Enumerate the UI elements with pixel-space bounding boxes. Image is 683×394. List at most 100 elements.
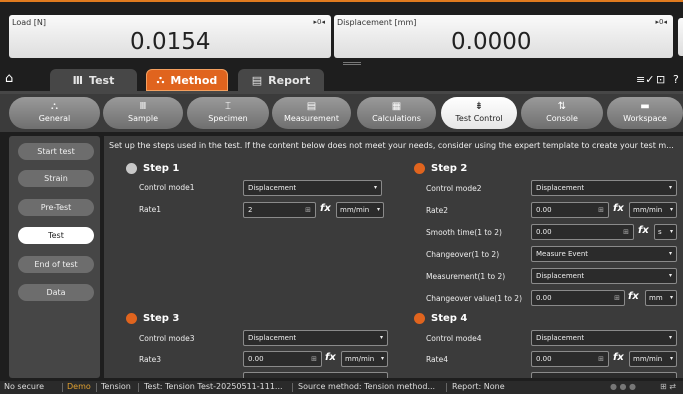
partial-input[interactable] xyxy=(243,372,388,378)
step-1-indicator-icon xyxy=(126,163,137,174)
sample-icon: Ⅲ xyxy=(139,101,147,112)
keypad-icon[interactable]: ⊞ xyxy=(305,203,311,217)
control-mode2-label: Control mode2 xyxy=(426,184,482,193)
status-divider xyxy=(96,383,97,392)
chevron-down-icon: ▾ xyxy=(380,355,384,362)
formula-icon[interactable]: fx xyxy=(638,225,649,236)
test-control-icon: ⇟ xyxy=(474,101,484,112)
smooth-time-input[interactable]: 0.00 ⊞ xyxy=(531,224,634,240)
home-icon[interactable]: ⌂ xyxy=(5,71,13,86)
rate2-input[interactable]: 0.00 ⊞ xyxy=(531,202,609,218)
chevron-down-icon: ▾ xyxy=(379,334,383,341)
chevron-down-icon: ▾ xyxy=(669,228,673,235)
partial-input[interactable] xyxy=(531,372,677,378)
rate4-unit-select[interactable]: mm/min ▾ xyxy=(629,351,677,367)
calculations-icon: ▦ xyxy=(391,101,402,112)
changeover-value-label: Changeover value(1 to 2) xyxy=(426,294,523,303)
sidebar-item-start-test[interactable]: Start test xyxy=(18,143,94,160)
ribbon-specimen[interactable]: ⌶ Specimen xyxy=(187,97,269,129)
status-divider xyxy=(62,383,63,392)
keypad-icon[interactable]: ⊞ xyxy=(598,352,604,366)
tab-test[interactable]: Ⅲ Test xyxy=(50,69,137,91)
ribbon-calculations[interactable]: ▦ Calculations xyxy=(357,97,436,129)
security-status: No secure xyxy=(4,382,45,391)
step-3-indicator-icon xyxy=(126,313,137,324)
keypad-icon[interactable]: ⊞ xyxy=(623,225,629,239)
formula-icon[interactable]: fx xyxy=(613,203,624,214)
formula-icon[interactable]: fx xyxy=(320,203,331,214)
changeover-value-unit-select[interactable]: mm ▾ xyxy=(645,290,677,306)
method-tab-icon: ⛬ xyxy=(156,73,165,86)
chevron-down-icon: ▾ xyxy=(668,250,672,257)
indicator-lights-icon: ● ● ● xyxy=(610,382,637,391)
sidebar-item-end-of-test[interactable]: End of test xyxy=(18,256,94,273)
zero-load-icon[interactable]: ▸0◂ xyxy=(314,18,325,26)
changeover-select[interactable]: Measure Event ▾ xyxy=(531,246,677,262)
rate3-input[interactable]: 0.00 ⊞ xyxy=(243,351,322,367)
control-mode2-select[interactable]: Displacement ▾ xyxy=(531,180,677,196)
keypad-icon[interactable]: ⊞ xyxy=(614,291,620,305)
sidebar-item-pre-test[interactable]: Pre-Test xyxy=(18,199,94,216)
changeover-label: Changeover(1 to 2) xyxy=(426,250,500,259)
changeover-value-input[interactable]: 0.00 ⊞ xyxy=(531,290,625,306)
rate1-input[interactable]: 2 ⊞ xyxy=(243,202,316,218)
ribbon-general[interactable]: ⛬ General xyxy=(9,97,100,129)
ribbon-measurement[interactable]: ▤ Measurement xyxy=(272,97,351,129)
save-icon[interactable]: ⊡ xyxy=(656,73,665,86)
tab-method[interactable]: ⛬ Method xyxy=(146,69,228,91)
measurement-icon: ▤ xyxy=(306,101,317,112)
ribbon-console[interactable]: ⇅ Console xyxy=(521,97,603,129)
test-type-status: Tension xyxy=(101,382,131,391)
rate2-label: Rate2 xyxy=(426,206,448,215)
keypad-icon[interactable]: ⊞ xyxy=(598,203,604,217)
step-2-header: Step 2 xyxy=(414,163,467,174)
chevron-down-icon: ▾ xyxy=(668,334,672,341)
panel-resize-handle[interactable] xyxy=(343,62,361,65)
step-1-header: Step 1 xyxy=(126,163,179,174)
rate1-label: Rate1 xyxy=(139,205,161,214)
formula-icon[interactable]: fx xyxy=(613,352,624,363)
keypad-icon[interactable]: ⊞ xyxy=(311,352,317,366)
formula-icon[interactable]: fx xyxy=(628,291,639,302)
rate1-unit-select[interactable]: mm/min ▾ xyxy=(336,202,384,218)
control-mode3-select[interactable]: Displacement ▾ xyxy=(243,330,388,346)
ribbon-workspace[interactable]: ▬ Workspace xyxy=(607,97,683,129)
measurement-select[interactable]: Displacement ▾ xyxy=(531,268,677,284)
smooth-time-label: Smooth time(1 to 2) xyxy=(426,228,502,237)
control-mode1-select[interactable]: Displacement ▾ xyxy=(243,180,382,196)
control-mode4-select[interactable]: Displacement ▾ xyxy=(531,330,677,346)
specimen-icon: ⌶ xyxy=(225,101,231,112)
filter-icon[interactable]: ≡✓ xyxy=(636,73,654,86)
chevron-down-icon: ▾ xyxy=(668,184,672,191)
zero-displacement-icon[interactable]: ▸0◂ xyxy=(656,18,667,26)
top-accent-line xyxy=(0,0,683,2)
chevron-down-icon: ▾ xyxy=(373,184,377,191)
ribbon-test-control[interactable]: ⇟ Test Control xyxy=(441,97,517,129)
demo-status: Demo xyxy=(67,382,91,391)
workspace-icon: ▬ xyxy=(640,101,650,112)
rate3-label: Rate3 xyxy=(139,355,161,364)
rate4-input[interactable]: 0.00 ⊞ xyxy=(531,351,609,367)
displacement-label: Displacement [mm] xyxy=(337,18,417,27)
help-icon[interactable]: ? xyxy=(673,73,679,86)
sidebar-item-strain[interactable]: Strain xyxy=(18,170,94,187)
ribbon-sample[interactable]: Ⅲ Sample xyxy=(103,97,183,129)
rate2-unit-select[interactable]: mm/min ▾ xyxy=(629,202,677,218)
test-control-content: Set up the steps used in the test. If th… xyxy=(104,136,683,378)
test-name-status: Test: Tension Test-20250511-111... xyxy=(144,382,283,391)
tab-report[interactable]: ▤ Report xyxy=(238,69,324,91)
smooth-time-unit-select[interactable]: s ▾ xyxy=(654,224,677,240)
sidebar-item-data[interactable]: Data xyxy=(18,284,94,301)
intro-text: Set up the steps used in the test. If th… xyxy=(109,141,674,150)
formula-icon[interactable]: fx xyxy=(325,352,336,363)
control-mode4-label: Control mode4 xyxy=(426,334,482,343)
chevron-down-icon: ▾ xyxy=(669,206,673,213)
rate3-unit-select[interactable]: mm/min ▾ xyxy=(341,351,388,367)
exit-icon[interactable]: ⇥ xyxy=(678,18,683,56)
report-status: Report: None xyxy=(452,382,505,391)
console-icon: ⇅ xyxy=(557,101,567,112)
sidebar-item-test[interactable]: Test xyxy=(18,227,94,244)
network-icon: ⊞ ⇄ xyxy=(660,382,676,391)
step-2-indicator-icon xyxy=(414,163,425,174)
test-tab-icon: Ⅲ xyxy=(72,73,84,87)
